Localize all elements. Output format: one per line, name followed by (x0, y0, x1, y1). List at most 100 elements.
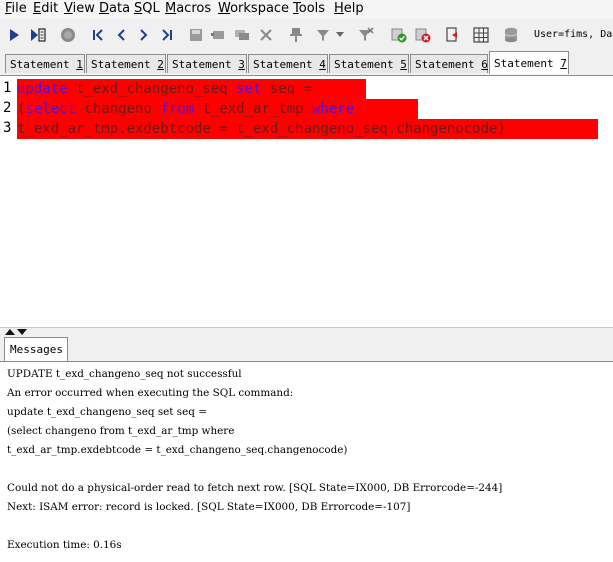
menu-sql[interactable]: SQL (134, 1, 160, 16)
sql-keyword: select (25, 101, 77, 117)
disconnect-icon (446, 27, 457, 42)
execute-current-icon (31, 28, 46, 42)
stop-icon (61, 28, 75, 42)
sql-keyword: set (236, 81, 262, 97)
commit-icon (391, 28, 407, 43)
code-line-3: t_exd_ar_tmp.exdebtcode = t_exd_changeno… (17, 119, 598, 139)
grid-button[interactable] (471, 25, 491, 45)
tab-label: Statement (334, 58, 401, 71)
remove-filter-icon (359, 27, 374, 41)
chevron-left-icon (117, 29, 125, 41)
sql-keyword: update (17, 81, 68, 97)
line-number: 2 (3, 100, 12, 116)
tab-number: 2 (157, 58, 164, 71)
execute-button[interactable] (4, 25, 24, 45)
tab-statement-7[interactable]: Statement 7 (489, 51, 569, 74)
connection-user-info: User=fims, Da (534, 29, 613, 40)
database-button[interactable] (501, 25, 521, 45)
menu-edit-label: dit (41, 1, 59, 16)
save-icon (190, 29, 202, 41)
sql-keyword: where (312, 101, 355, 117)
menu-file[interactable]: File (5, 1, 27, 16)
chevron-down-icon (336, 32, 344, 37)
messages-panel: UPDATE t_exd_changeno_seq not successful… (0, 362, 613, 562)
previous-statement-button[interactable] (111, 25, 131, 45)
menu-edit[interactable]: Edit (33, 1, 58, 16)
message-line: update t_exd_changeno_seq set seq = (7, 406, 207, 418)
database-icon (504, 27, 518, 43)
message-line: t_exd_ar_tmp.exdebtcode = t_exd_changeno… (7, 444, 348, 456)
menu-macros-label: acros (176, 1, 212, 16)
tab-statement-5[interactable]: Statement 5 (329, 54, 409, 73)
close-icon (260, 29, 272, 41)
menu-edit-mnemonic: E (33, 1, 42, 16)
menu-macros-mnemonic: M (165, 1, 177, 16)
menu-help[interactable]: Help (334, 1, 364, 16)
tab-statement-3[interactable]: Statement 3 (167, 54, 247, 73)
sql-token: t_exd_ar_tmp.exdebtcode = t_exd_changeno… (17, 121, 506, 137)
first-statement-button[interactable] (88, 25, 108, 45)
tab-statement-4[interactable]: Statement 4 (248, 54, 328, 73)
stop-button[interactable] (58, 25, 78, 45)
pin-button[interactable] (286, 25, 306, 45)
tab-number: 4 (319, 58, 326, 71)
tab-statement-1[interactable]: Statement 1 (5, 54, 85, 73)
result-tab-bar: Messages (0, 335, 613, 362)
delete-row-button[interactable] (256, 25, 276, 45)
menu-macros[interactable]: Macros (165, 1, 211, 16)
disconnect-button[interactable] (443, 25, 463, 45)
message-line: Next: ISAM error: record is locked. [SQL… (7, 501, 411, 513)
play-icon (10, 29, 19, 41)
tab-statement-6[interactable]: Statement 6 (410, 54, 488, 73)
statement-tab-bar: Statement 1 Statement 2 Statement 3 Stat… (0, 51, 613, 76)
menu-data-mnemonic: D (99, 1, 110, 16)
menu-help-mnemonic: H (334, 1, 344, 16)
tab-label: Statement (253, 58, 320, 71)
tab-label: Statement (91, 58, 158, 71)
menu-workspace[interactable]: Workspace (218, 1, 289, 16)
chevron-right-icon (140, 29, 148, 41)
last-statement-button[interactable] (157, 25, 177, 45)
menu-tools-label: ools (298, 1, 326, 16)
commit-button[interactable] (389, 25, 409, 45)
sql-editor[interactable]: 1 2 3 update t_exd_changeno_seq set seq … (0, 76, 613, 327)
insert-row-button[interactable] (208, 25, 228, 45)
pin-icon (290, 28, 302, 42)
menu-workspace-label: orkspace (230, 1, 290, 16)
next-statement-button[interactable] (134, 25, 154, 45)
tab-number: 7 (560, 57, 567, 70)
grid-icon (473, 27, 489, 43)
rollback-button[interactable] (413, 25, 433, 45)
tab-statement-2[interactable]: Statement 2 (86, 54, 166, 73)
tab-number: 5 (400, 58, 407, 71)
menu-data[interactable]: Data (99, 1, 130, 16)
copy-row-button[interactable] (232, 25, 252, 45)
toolbar: User=fims, Da (0, 20, 613, 52)
filter-dropdown-button[interactable] (334, 25, 346, 45)
last-icon (162, 29, 172, 41)
menu-workspace-mnemonic: W (218, 1, 231, 16)
insert-row-icon (211, 31, 224, 39)
tab-label: Statement (494, 57, 561, 70)
code-line-1: update t_exd_changeno_seq set seq = (17, 79, 366, 99)
message-line: (select changeno from t_exd_ar_tmp where (7, 425, 235, 437)
filter-button[interactable] (314, 25, 334, 45)
tab-label: Statement (415, 58, 482, 71)
tab-messages[interactable]: Messages (4, 337, 68, 361)
sql-token: changeno (76, 101, 161, 117)
remove-filter-button[interactable] (356, 25, 376, 45)
rollback-icon (415, 28, 431, 43)
tab-label: Statement (10, 58, 77, 71)
message-line: UPDATE t_exd_changeno_seq not successful (7, 368, 242, 380)
sql-keyword: from (160, 101, 195, 117)
tab-number: 1 (76, 58, 83, 71)
sql-token: seq = (261, 81, 313, 97)
menu-tools[interactable]: Tools (293, 1, 325, 16)
menu-view[interactable]: View (64, 1, 95, 16)
tab-number: 6 (481, 58, 488, 71)
sql-token: t_exd_changeno_seq (67, 81, 237, 97)
execute-current-button[interactable] (28, 25, 48, 45)
tab-label: Statement (172, 58, 239, 71)
menu-data-label: ata (109, 1, 131, 16)
save-button[interactable] (186, 25, 206, 45)
